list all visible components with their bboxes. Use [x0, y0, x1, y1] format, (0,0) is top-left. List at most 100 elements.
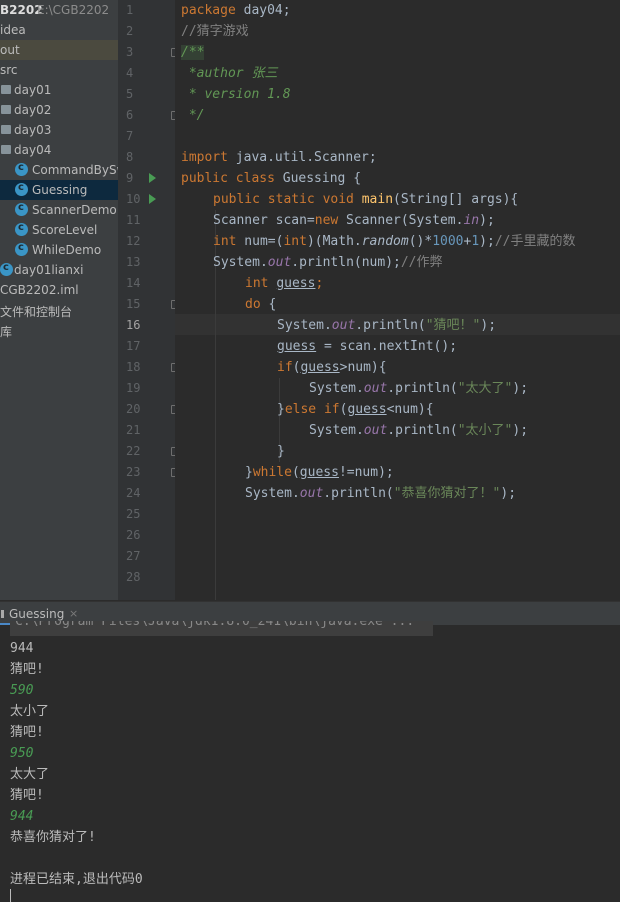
tree-item-out[interactable]: out [0, 40, 118, 60]
tree-item-day04[interactable]: day04 [0, 140, 118, 160]
tree-item-scannerdemo[interactable]: ScannerDemo [0, 200, 118, 220]
tree-item-label: day03 [14, 123, 52, 137]
console-input-line: 944 [10, 809, 34, 824]
line-number: 14 [126, 276, 141, 290]
code-line-6: */ [181, 108, 205, 123]
line-number: 19 [126, 381, 141, 395]
line-number: 17 [126, 339, 141, 353]
line-number: 27 [126, 549, 141, 563]
class-icon [0, 262, 13, 276]
tree-item-day01lianxi[interactable]: day01lianxi [0, 260, 118, 280]
tree-item-scorelevel[interactable]: ScoreLevel [0, 220, 118, 240]
tree-item-iml[interactable]: CGB2202.iml [0, 280, 118, 300]
project-tree: B2202 E:\CGB2202 idea out src day01 day0… [0, 0, 118, 600]
tree-item-label: src [0, 63, 18, 77]
code-line-1: package day04; [181, 3, 291, 18]
line-number: 2 [126, 24, 134, 38]
console-caret [10, 889, 11, 902]
class-icon [15, 182, 28, 196]
line-number: 20 [126, 402, 141, 416]
code-line-9: public class Guessing { [181, 171, 362, 186]
tree-item-label: idea [0, 23, 26, 37]
code-line-2: //猜字游戏 [181, 24, 249, 39]
line-number: 22 [126, 444, 141, 458]
code-line-14: int guess; [245, 276, 324, 291]
run-console[interactable] [0, 625, 620, 902]
tree-item-libraries[interactable]: 库 [0, 320, 118, 340]
console-output-line: 猜吧! [10, 662, 44, 677]
tree-item-label: out [0, 43, 20, 57]
tree-item-label: 文件和控制台 [0, 305, 73, 319]
line-number: 25 [126, 507, 141, 521]
code-line-11: Scanner scan=new Scanner(System.in); [213, 213, 495, 228]
run-command[interactable]: C:\Program Files\Java\jdk1.8.0_241\bin\j… [10, 621, 433, 636]
tree-item-label: CGB2202.iml [0, 283, 79, 297]
line-number: 12 [126, 234, 141, 248]
tree-item-label: ScannerDemo [32, 203, 117, 217]
line-number: 9 [126, 171, 134, 185]
class-icon [15, 242, 28, 256]
tree-item-commandbysw[interactable]: CommandBySw [0, 160, 118, 180]
run-main-icon[interactable] [149, 194, 156, 204]
line-number: 11 [126, 213, 141, 227]
tree-item-day01[interactable]: day01 [0, 80, 118, 100]
tree-item-day03[interactable]: day03 [0, 120, 118, 140]
folder-icon [1, 85, 11, 94]
code-line-8: import java.util.Scanner; [181, 150, 377, 165]
line-number: 21 [126, 423, 141, 437]
code-line-4: *author 张三 [181, 66, 278, 81]
class-icon [15, 222, 28, 236]
console-output-line: 944 [10, 641, 34, 656]
line-number: 6 [126, 108, 134, 122]
code-line-12: int num=(int)(Math.random()*1000+1);//手里… [213, 234, 576, 249]
folder-icon [1, 125, 11, 134]
line-number: 8 [126, 150, 134, 164]
tree-root-path: E:\CGB2202 [37, 3, 110, 17]
line-number: 24 [126, 486, 141, 500]
line-number: 28 [126, 570, 141, 584]
line-number: 3 [126, 45, 134, 59]
console-input-line: 590 [10, 683, 34, 698]
console-input-line: 950 [10, 746, 34, 761]
class-icon [15, 202, 28, 216]
code-line-16: System.out.println("猜吧！"); [277, 318, 497, 333]
code-line-23: }while(guess!=num); [245, 465, 394, 480]
console-output-line: 恭喜你猜对了! [10, 830, 96, 845]
run-class-icon[interactable] [149, 173, 156, 183]
code-line-10: public static void main(String[] args){ [213, 192, 519, 207]
pin-icon [1, 610, 4, 618]
tree-item-label: day02 [14, 103, 52, 117]
tree-item-idea[interactable]: idea [0, 20, 118, 40]
code-line-21: System.out.println("太小了"); [309, 423, 529, 438]
tree-item-day02[interactable]: day02 [0, 100, 118, 120]
code-line-19: System.out.println("太大了"); [309, 381, 529, 396]
tree-item-label: day04 [14, 143, 52, 157]
line-number: 7 [126, 129, 134, 143]
line-number: 10 [126, 192, 141, 206]
tree-root[interactable]: B2202 E:\CGB2202 [0, 0, 118, 20]
tree-item-label: CommandBySw [32, 163, 118, 177]
code-line-20: }else if(guess<num){ [277, 402, 434, 417]
line-number: 13 [126, 255, 141, 269]
console-output-line: 猜吧! [10, 725, 44, 740]
code-line-3: /** [181, 45, 205, 60]
code-line-24: System.out.println("恭喜你猜对了！"); [245, 486, 517, 501]
code-line-15: do { [245, 297, 277, 312]
tree-item-whiledemo[interactable]: WhileDemo [0, 240, 118, 260]
tab-label: Guessing [9, 607, 65, 621]
line-number: 1 [126, 3, 134, 17]
line-number: 4 [126, 66, 134, 80]
console-output-line: 猜吧! [10, 788, 44, 803]
close-icon[interactable]: × [69, 607, 78, 620]
line-number: 16 [126, 318, 141, 332]
console-output-line: 进程已结束,退出代码0 [10, 872, 143, 887]
code-line-18: if(guess>num){ [277, 360, 387, 375]
tree-item-label: ScoreLevel [32, 223, 98, 237]
line-number: 18 [126, 360, 141, 374]
tree-item-guessing[interactable]: Guessing [0, 180, 118, 200]
line-number: 23 [126, 465, 141, 479]
tree-item-src[interactable]: src [0, 60, 118, 80]
console-output-line: 太小了 [10, 704, 50, 719]
tree-item-scratches[interactable]: 文件和控制台 [0, 300, 118, 320]
code-line-17: guess = scan.nextInt(); [277, 339, 458, 354]
